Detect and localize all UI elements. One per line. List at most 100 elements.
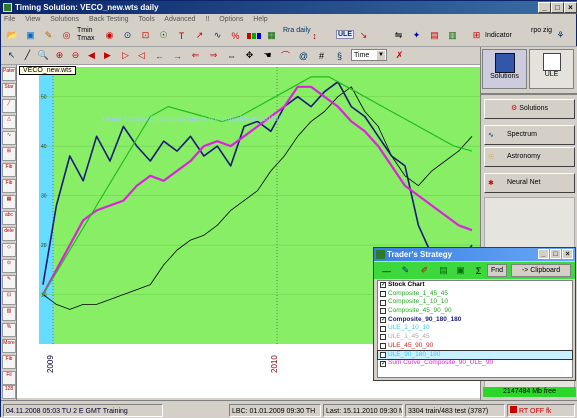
wave-icon[interactable]: ∿	[210, 28, 225, 43]
percent-icon[interactable]: %	[228, 28, 243, 43]
zoom-in-icon[interactable]: ⊕	[52, 48, 67, 63]
strategy-checkbox[interactable]	[380, 343, 386, 350]
left-tool-18[interactable]: Fib	[2, 355, 16, 369]
strategy-item[interactable]: ✓ Stock Chart	[378, 281, 572, 290]
left-tool-15[interactable]: ▥	[2, 307, 16, 321]
hand-icon[interactable]: ☚	[260, 48, 275, 63]
minimize-button[interactable]: _	[538, 2, 551, 13]
strategy-checkbox[interactable]	[380, 325, 386, 332]
rpo-zig-button[interactable]: rpo zig	[531, 27, 552, 35]
strategy-checkbox[interactable]: ✓	[380, 360, 386, 367]
jump-right-icon[interactable]: ⇒	[206, 48, 221, 63]
grid-icon[interactable]: ▦	[264, 28, 279, 43]
tool-icon[interactable]: ✎	[41, 28, 56, 43]
solutions-panel-button[interactable]: Solutions	[482, 49, 527, 89]
dialog-min-button[interactable]: _	[538, 249, 549, 259]
strategy-checkbox[interactable]: ✓	[380, 282, 386, 289]
open-folder-icon[interactable]: 📂	[5, 28, 20, 43]
brush-icon[interactable]: ✎	[398, 263, 413, 278]
strategy-checkbox[interactable]: ✓	[380, 317, 386, 324]
left-tool-2[interactable]: ╱	[2, 99, 16, 113]
left-tool-4[interactable]: ∿	[2, 131, 16, 145]
left-tool-16[interactable]: %	[2, 323, 16, 337]
strategy-item[interactable]: ULE_1_45_45	[378, 333, 572, 342]
s-icon[interactable]: §	[332, 48, 347, 63]
menu-extra[interactable]: !!	[205, 16, 209, 23]
arrow-left-icon[interactable]: ←	[152, 48, 167, 63]
left-tool-0[interactable]: Pater	[2, 67, 16, 81]
strategy-checkbox[interactable]	[380, 334, 386, 341]
astronomy-button[interactable]: ☉ Astronomy	[484, 147, 575, 167]
menu-help[interactable]: Help	[253, 16, 267, 23]
menu-back-testing[interactable]: Back Testing	[89, 16, 129, 23]
strategy-item[interactable]: Composite_45_90_90	[378, 307, 572, 316]
left-tool-17[interactable]: More	[2, 339, 16, 353]
scroll-left-icon[interactable]: ◀	[84, 48, 99, 63]
zoom-out-icon[interactable]: ⊖	[68, 48, 83, 63]
dialog-close-button[interactable]: ×	[562, 249, 573, 259]
curve-icon[interactable]: ⌒	[278, 48, 293, 63]
find-button[interactable]: Fnd	[487, 264, 507, 277]
table-icon[interactable]: ▤	[436, 263, 451, 278]
strategy-checkbox[interactable]	[380, 299, 386, 306]
expand-icon[interactable]: ⇔	[224, 48, 239, 63]
bars-icon[interactable]: ▥	[445, 28, 460, 43]
chart-icon[interactable]: ⊡	[138, 28, 153, 43]
move-icon[interactable]: ✥	[242, 48, 257, 63]
strategy-checkbox[interactable]	[380, 308, 386, 315]
calc-icon[interactable]: ▤	[427, 28, 442, 43]
maximize-button[interactable]: □	[551, 2, 564, 13]
left-tool-14[interactable]: ⊡	[2, 291, 16, 305]
strategy-checkbox[interactable]	[380, 291, 386, 298]
line-tool-icon[interactable]: ╱	[20, 48, 35, 63]
strategy-item[interactable]: Composite_1_10_10	[378, 298, 572, 307]
wand-icon[interactable]: ✦	[409, 28, 424, 43]
pointer-icon[interactable]: ↕	[307, 28, 322, 43]
record-icon[interactable]: ◉	[102, 28, 117, 43]
jump-left-icon[interactable]: ⇐	[188, 48, 203, 63]
close-button[interactable]: ×	[564, 2, 577, 13]
indicator-button[interactable]: Indicator	[485, 32, 512, 39]
fit-icon[interactable]: ▷	[118, 48, 133, 63]
target-icon[interactable]: ◎	[59, 28, 74, 43]
strategy-item[interactable]: ✓ Composite_90_180_180	[378, 316, 572, 325]
zoom-icon[interactable]: 🔍	[36, 48, 51, 63]
left-tool-7[interactable]: Fib	[2, 179, 16, 193]
menu-solutions[interactable]: Solutions	[50, 16, 79, 23]
menu-advanced[interactable]: Advanced	[164, 16, 195, 23]
arrow-right-icon[interactable]: →	[170, 48, 185, 63]
left-tool-3[interactable]: △	[2, 115, 16, 129]
astro-icon[interactable]: ☉	[156, 28, 171, 43]
left-tool-11[interactable]: ◇	[2, 243, 16, 257]
indicator-icon[interactable]: ⊞	[469, 28, 484, 43]
strategy-item[interactable]: Composite_1_45_45	[378, 290, 572, 299]
menu-file[interactable]: File	[4, 16, 15, 23]
marker-icon[interactable]: ✗	[392, 48, 407, 63]
scroll-right-icon[interactable]: ▶	[100, 48, 115, 63]
text-tool-icon[interactable]: T	[174, 28, 189, 43]
ule-toolbar-button[interactable]: ULE	[336, 30, 354, 39]
left-tool-13[interactable]: ✎	[2, 275, 16, 289]
fit-left-icon[interactable]: ◁	[134, 48, 149, 63]
left-tool-9[interactable]: abc	[2, 211, 16, 225]
solutions-button[interactable]: ⚙ Solutions	[484, 99, 575, 119]
time-select[interactable]: Time ▼	[351, 49, 387, 61]
chart-tab[interactable]: VECO_new.wts	[19, 66, 76, 75]
strategy-item[interactable]: ✓ Sum Curve_Composite_90_ULE_90	[378, 359, 572, 368]
neural-net-button[interactable]: ✱ Neural Net	[484, 173, 575, 193]
left-tool-8[interactable]: ▦	[2, 195, 16, 209]
zig-icon[interactable]: ⚘	[553, 28, 568, 43]
ule-panel-button[interactable]: ULE	[529, 49, 574, 89]
strategy-list[interactable]: ✓ Stock Chart Composite_1_45_45 Composite_1…	[377, 280, 573, 378]
strategy-item[interactable]: ULE_45_90_90	[378, 342, 572, 351]
sync-icon[interactable]: ⇋	[391, 28, 406, 43]
arrow-icon[interactable]: ↘	[356, 28, 371, 43]
sigma-icon[interactable]: Σ	[471, 263, 486, 278]
strategy-item[interactable]: ULE_90_180_180	[377, 349, 573, 361]
menu-tools[interactable]: Tools	[138, 16, 154, 23]
left-tool-19[interactable]: Fil	[2, 371, 16, 385]
minus-icon[interactable]: —	[379, 263, 394, 278]
clipboard-button[interactable]: -> Clipboard	[511, 264, 571, 277]
tmin-tmax-button[interactable]: Tmin Tmax	[77, 27, 95, 43]
cursor-icon[interactable]: ↖	[4, 48, 19, 63]
